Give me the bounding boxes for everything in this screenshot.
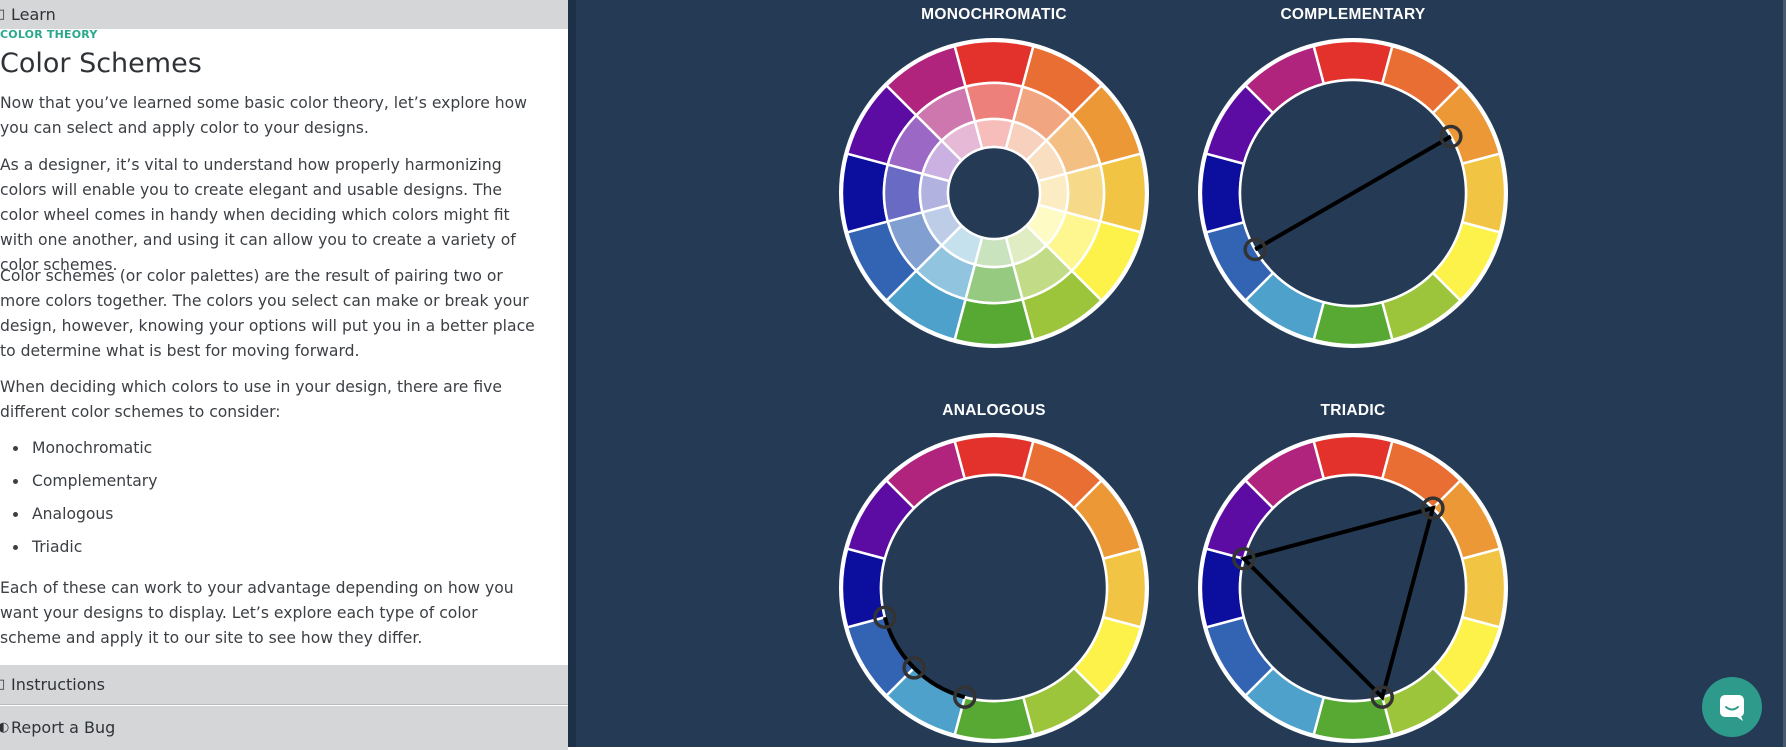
- expand-icon: ▯: [0, 6, 6, 22]
- chat-icon: [1720, 695, 1744, 721]
- wheel-segment: [1312, 434, 1394, 481]
- wheel-segment: [1098, 152, 1148, 234]
- wheel-segment: [1460, 547, 1507, 629]
- list-item: Analogous: [0, 500, 157, 533]
- wheel-segment: [1199, 152, 1246, 234]
- monochromatic-wheel: [839, 38, 1149, 348]
- wheel-segment: [953, 434, 1035, 481]
- triadic-label: TRIADIC: [1320, 402, 1386, 419]
- wheel-segment: [1312, 39, 1394, 86]
- learn-accordion[interactable]: ▯ Learn: [0, 0, 568, 29]
- schemes-intro-paragraph: When deciding which colors to use in you…: [0, 378, 502, 421]
- palettes-paragraph: Color schemes (or color palettes) are th…: [0, 267, 535, 360]
- closing-paragraph: Each of these can work to your advantage…: [0, 579, 514, 647]
- wheel-segment: [1460, 152, 1507, 234]
- report-bug-accordion[interactable]: ◐ Report a Bug: [0, 706, 568, 750]
- lesson-panel: ▯ Learn COLOR THEORY Color Schemes Now t…: [0, 0, 568, 750]
- harmony-paragraph: As a designer, it’s vital to understand …: [0, 156, 516, 274]
- complementary-wheel: [1198, 38, 1508, 348]
- list-item: Triadic: [0, 533, 157, 566]
- complementary-label: COMPLEMENTARY: [1280, 6, 1426, 23]
- lesson-category: COLOR THEORY: [0, 28, 98, 41]
- monochromatic-label: MONOCHROMATIC: [921, 6, 1067, 23]
- chat-button[interactable]: [1702, 677, 1762, 737]
- bug-icon: ◐: [0, 720, 10, 735]
- triadic-wheel: [1198, 433, 1508, 743]
- panel-divider[interactable]: [568, 0, 576, 750]
- instructions-accordion[interactable]: ▯ Instructions: [0, 665, 568, 705]
- wheel-segment: [953, 39, 1035, 89]
- page-title: Color Schemes: [0, 48, 202, 79]
- wheel-segment: [953, 695, 1035, 742]
- analogous-label: ANALOGOUS: [942, 402, 1046, 419]
- wheel-segment: [953, 297, 1035, 347]
- report-bug-label: Report a Bug: [11, 718, 116, 737]
- scheme-list: Monochromatic Complementary Analogous Tr…: [0, 434, 157, 566]
- list-item: Complementary: [0, 467, 157, 500]
- learn-accordion-label: Learn: [11, 4, 56, 24]
- wheel-segment: [1101, 547, 1148, 629]
- wheel-segment: [840, 152, 890, 234]
- list-item: Monochromatic: [0, 434, 157, 467]
- wheel-hole: [946, 145, 1042, 241]
- analogous-wheel: [839, 433, 1149, 743]
- preview-panel: [568, 0, 1786, 750]
- wheel-segment: [840, 547, 887, 629]
- wheel-segment: [1312, 300, 1394, 347]
- intro-paragraph: Now that you’ve learned some basic color…: [0, 94, 527, 137]
- wheel-segment: [1312, 695, 1394, 742]
- instructions-accordion-label: Instructions: [11, 674, 105, 694]
- wheel-segment: [1199, 547, 1246, 629]
- expand-icon: ▯: [0, 676, 6, 692]
